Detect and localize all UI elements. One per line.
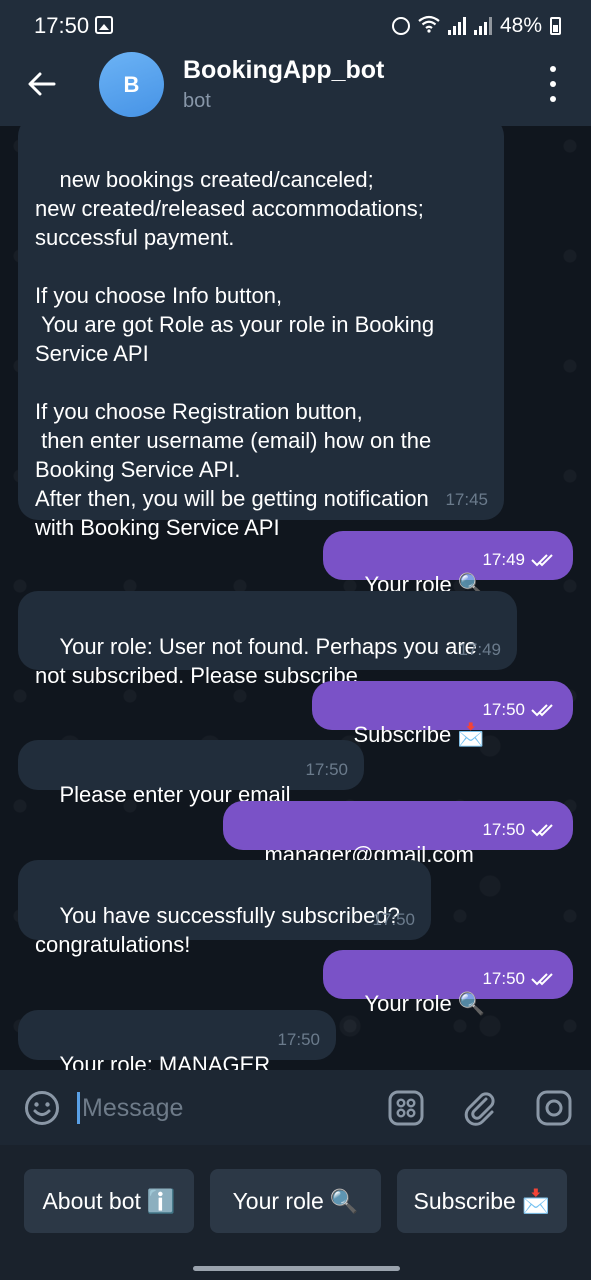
message-text: You have successfully subscribed? congra… [35, 903, 400, 957]
top-bar: 17:50 48% B BookingApp_bot bot [0, 0, 591, 126]
message-meta: 17:50 [305, 760, 348, 780]
alarm-icon [391, 17, 410, 35]
envelope-icon: 📩 [521, 1187, 551, 1214]
keyboard-button-label: About bot [42, 1187, 141, 1214]
message-composer [0, 1070, 591, 1145]
attach-button[interactable] [462, 1090, 498, 1126]
message-time: 17:49 [458, 640, 501, 659]
signal-icon-2 [473, 17, 492, 35]
message-outgoing[interactable]: manager@gmail.com 17:50 [223, 801, 573, 867]
message-time: 17:50 [482, 820, 525, 839]
message-meta: 17:50 [482, 700, 557, 720]
message-outgoing[interactable]: Subscribe 📩 17:50 [312, 681, 573, 747]
app-bar: B BookingApp_bot bot [0, 52, 591, 126]
chat-area[interactable]: new bookings created/canceled; new creat… [0, 126, 591, 1070]
camera-icon [536, 1090, 572, 1126]
message-time: 17:50 [482, 700, 525, 719]
more-menu-button[interactable] [541, 66, 565, 102]
message-input[interactable] [82, 1088, 372, 1128]
message-time: 17:50 [482, 969, 525, 988]
message-time: 17:49 [482, 550, 525, 569]
magnifier-icon: 🔍 [329, 1187, 359, 1214]
signal-icon [447, 17, 466, 35]
status-icons: 48% [391, 13, 561, 39]
message-incoming[interactable]: You have successfully subscribed? congra… [18, 860, 431, 957]
chat-title[interactable]: BookingApp_bot [183, 56, 384, 85]
info-icon: ℹ️ [146, 1187, 176, 1214]
message-time: 17:45 [445, 490, 488, 509]
about-bot-button[interactable]: About bot ℹ️ [24, 1169, 194, 1233]
keyboard-grid-icon [388, 1090, 424, 1126]
dot-icon [550, 81, 556, 87]
message-meta: 17:45 [445, 490, 488, 510]
message-meta: 17:49 [458, 640, 501, 660]
keyboard-button-label: Subscribe [413, 1187, 516, 1214]
paperclip-icon [464, 1092, 495, 1126]
message-meta: 17:50 [482, 820, 557, 840]
message-meta: 17:50 [482, 969, 557, 989]
message-time: 17:50 [305, 760, 348, 779]
message-text: Your role 🔍 [364, 991, 486, 1016]
emoji-button[interactable] [24, 1090, 60, 1126]
your-role-button[interactable]: Your role 🔍 [210, 1169, 381, 1233]
message-outgoing[interactable]: Your role 🔍 17:50 [323, 950, 573, 1016]
camera-button[interactable] [536, 1090, 572, 1126]
message-incoming[interactable]: new bookings created/canceled; new creat… [18, 126, 504, 540]
message-meta: 17:50 [277, 1030, 320, 1050]
message-time: 17:50 [277, 1030, 320, 1049]
avatar[interactable]: B [99, 52, 164, 117]
status-bar: 17:50 48% [0, 0, 591, 52]
read-checkmarks-icon [531, 703, 557, 717]
keyboard-button-label: Your role [232, 1187, 324, 1214]
battery-icon [550, 17, 561, 35]
message-outgoing[interactable]: Your role 🔍 17:49 [323, 531, 573, 597]
bot-keyboard-button[interactable] [388, 1090, 424, 1126]
message-incoming[interactable]: Your role: MANAGER 17:50 [18, 1010, 336, 1070]
emoji-icon [25, 1091, 59, 1125]
message-meta: 17:50 [372, 910, 415, 930]
bot-reply-keyboard: About bot ℹ️ Your role 🔍 Subscribe 📩 [0, 1145, 591, 1280]
message-text: Your role: MANAGER [59, 1052, 271, 1070]
read-checkmarks-icon [531, 823, 557, 837]
read-checkmarks-icon [531, 553, 557, 567]
message-text: Your role: User not found. Perhaps you a… [35, 634, 477, 688]
message-time: 17:50 [372, 910, 415, 929]
subscribe-button[interactable]: Subscribe 📩 [397, 1169, 567, 1233]
message-text: new bookings created/canceled; new creat… [35, 167, 435, 540]
message-text: Subscribe 📩 [353, 722, 485, 747]
battery-percent: 48% [499, 14, 542, 37]
gallery-notification-icon [95, 16, 113, 34]
text-caret [77, 1092, 80, 1124]
arrow-left-icon [28, 72, 56, 96]
message-incoming[interactable]: Your role: User not found. Perhaps you a… [18, 591, 517, 688]
dot-icon [550, 96, 556, 102]
dot-icon [550, 66, 556, 72]
chat-subtitle: bot [183, 90, 211, 112]
message-meta: 17:49 [482, 550, 557, 570]
read-checkmarks-icon [531, 972, 557, 986]
status-time: 17:50 [34, 13, 90, 38]
back-button[interactable] [22, 64, 62, 104]
message-incoming[interactable]: Please enter your email 17:50 [18, 740, 364, 807]
wifi-icon [418, 15, 440, 38]
gesture-home-bar[interactable] [193, 1266, 400, 1271]
